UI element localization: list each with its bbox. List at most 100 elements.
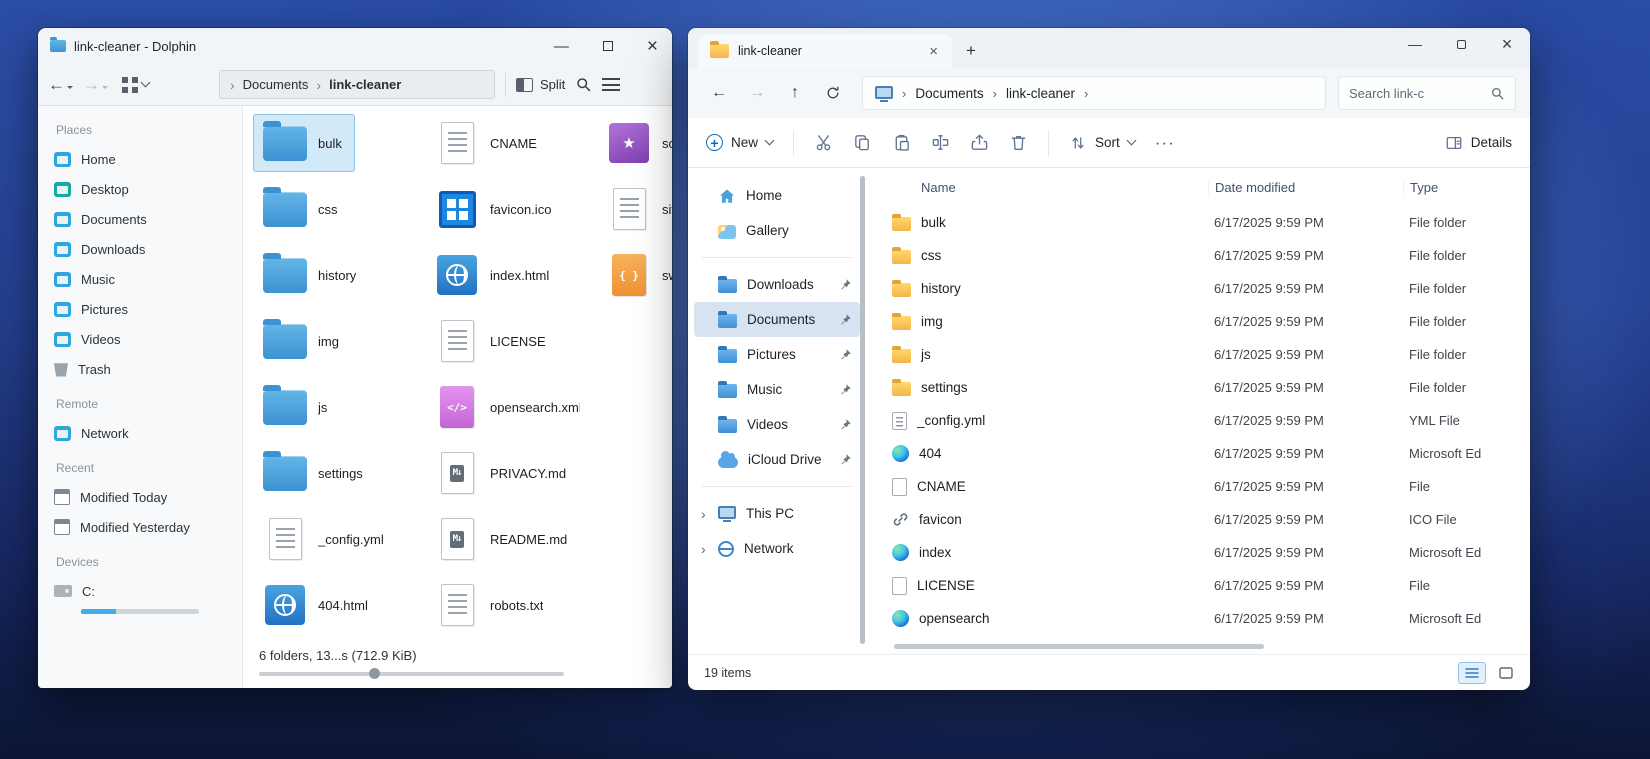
sidebar-item-trash[interactable]: Trash	[54, 354, 242, 384]
breadcrumb[interactable]: › Documents › link-cleaner	[219, 70, 495, 99]
table-row[interactable]: js 6/17/2025 9:59 PM File folder	[892, 338, 1530, 371]
nav-item-gallery[interactable]: Gallery	[694, 213, 860, 248]
cut-button[interactable]	[814, 133, 833, 152]
file-item[interactable]: index.html	[425, 246, 562, 304]
details-view-button[interactable]	[1458, 661, 1486, 684]
share-button[interactable]	[970, 133, 989, 152]
breadcrumb-documents[interactable]: Documents	[915, 86, 983, 101]
column-header-date-modified[interactable]: Date modified	[1208, 179, 1403, 195]
tab-link-cleaner[interactable]: link-cleaner ×	[698, 34, 952, 68]
file-item[interactable]: css	[253, 180, 351, 238]
nav-item-music[interactable]: Music	[694, 372, 860, 407]
search-button[interactable]	[575, 76, 592, 93]
nav-item-pictures[interactable]: Pictures	[694, 337, 860, 372]
sidebar-item-c[interactable]: C:	[54, 576, 242, 606]
nav-item-icloud-drive[interactable]: iCloud Drive	[694, 442, 860, 477]
file-item[interactable]: </> opensearch.xml	[425, 378, 593, 436]
nav-item-home[interactable]: Home	[694, 178, 860, 213]
file-item[interactable]: history	[253, 246, 369, 304]
table-row[interactable]: opensearch 6/17/2025 9:59 PM Microsoft Ed	[892, 602, 1530, 635]
sidebar-item-desktop[interactable]: Desktop	[54, 174, 242, 204]
view-mode-button[interactable]	[122, 76, 151, 93]
up-button[interactable]: ↑	[778, 77, 812, 109]
table-row[interactable]: LICENSE 6/17/2025 9:59 PM File	[892, 569, 1530, 602]
nav-item-downloads[interactable]: Downloads	[694, 267, 860, 302]
back-button[interactable]: ←	[702, 77, 736, 109]
paste-button[interactable]	[892, 133, 911, 152]
file-item[interactable]: M↓ PRIVACY.md	[425, 444, 579, 502]
breadcrumb-parent[interactable]: Documents	[243, 77, 309, 92]
copy-button[interactable]	[853, 133, 872, 152]
file-item[interactable]: site	[597, 180, 672, 238]
file-item[interactable]: { } sw.	[597, 246, 672, 304]
breadcrumb-current[interactable]: link-cleaner	[329, 77, 401, 92]
zoom-slider[interactable]	[259, 668, 564, 679]
forward-button[interactable]: →	[740, 77, 774, 109]
file-item[interactable]: favicon.ico	[425, 180, 564, 238]
nav-item-documents[interactable]: Documents	[694, 302, 860, 337]
file-item[interactable]: LICENSE	[425, 312, 559, 370]
breadcrumb[interactable]: › Documents › link-cleaner ›	[862, 76, 1326, 110]
chevron-right-icon[interactable]: ›	[701, 506, 706, 522]
table-row[interactable]: index 6/17/2025 9:59 PM Microsoft Ed	[892, 536, 1530, 569]
file-item[interactable]: img	[253, 312, 352, 370]
refresh-button[interactable]	[816, 77, 850, 109]
nav-item-videos[interactable]: Videos	[694, 407, 860, 442]
sidebar-item-music[interactable]: Music	[54, 264, 242, 294]
breadcrumb-link-cleaner[interactable]: link-cleaner	[1006, 86, 1075, 101]
file-item[interactable]: M↓ README.md	[425, 510, 580, 568]
delete-button[interactable]	[1009, 133, 1028, 152]
table-row[interactable]: css 6/17/2025 9:59 PM File folder	[892, 239, 1530, 272]
sidebar-item-modified-yesterday[interactable]: Modified Yesterday	[54, 512, 242, 542]
file-item[interactable]: settings	[253, 444, 376, 502]
table-row[interactable]: bulk 6/17/2025 9:59 PM File folder	[892, 206, 1530, 239]
file-item[interactable]: robots.txt	[425, 576, 556, 634]
sidebar-item-videos[interactable]: Videos	[54, 324, 242, 354]
split-button[interactable]: Split	[516, 77, 565, 92]
zoom-slider-handle[interactable]	[368, 668, 380, 679]
table-row[interactable]: CNAME 6/17/2025 9:59 PM File	[892, 470, 1530, 503]
sidebar-item-network[interactable]: Network	[54, 418, 242, 448]
back-button[interactable]: ←	[48, 75, 73, 95]
sort-button[interactable]: Sort	[1069, 134, 1137, 152]
more-button[interactable]: ···	[1155, 133, 1175, 153]
table-row[interactable]: img 6/17/2025 9:59 PM File folder	[892, 305, 1530, 338]
column-header-type[interactable]: Type	[1403, 179, 1530, 195]
file-item[interactable]: _config.yml	[253, 510, 397, 568]
new-button[interactable]: + New	[706, 134, 775, 151]
file-item[interactable]: bulk	[253, 114, 355, 172]
sidebar-item-downloads[interactable]: Downloads	[54, 234, 242, 264]
table-row[interactable]: settings 6/17/2025 9:59 PM File folder	[892, 371, 1530, 404]
table-row[interactable]: 404 6/17/2025 9:59 PM Microsoft Ed	[892, 437, 1530, 470]
dolphin-titlebar[interactable]: link-cleaner - Dolphin — ×	[38, 28, 672, 64]
file-item[interactable]: CNAME	[425, 114, 550, 172]
menu-button[interactable]	[602, 78, 621, 91]
column-header-name[interactable]: Name	[892, 180, 1214, 195]
maximize-button[interactable]	[1438, 28, 1484, 60]
table-row[interactable]: history 6/17/2025 9:59 PM File folder	[892, 272, 1530, 305]
table-row[interactable]: _config.yml 6/17/2025 9:59 PM YML File	[892, 404, 1530, 437]
sidebar-item-home[interactable]: Home	[54, 144, 242, 174]
forward-button[interactable]: →	[83, 75, 108, 95]
file-item[interactable]: ★ scr	[597, 114, 672, 172]
sidebar-scrollbar[interactable]	[860, 176, 865, 644]
search-input[interactable]: Search link-c	[1338, 76, 1516, 110]
sidebar-item-documents[interactable]: Documents	[54, 204, 242, 234]
new-tab-button[interactable]: +	[966, 41, 976, 61]
minimize-button[interactable]: —	[554, 39, 569, 54]
horizontal-scrollbar[interactable]	[892, 638, 1530, 654]
tab-close-icon[interactable]: ×	[925, 43, 942, 60]
chevron-right-icon[interactable]: ›	[701, 541, 706, 557]
table-row[interactable]: favicon 6/17/2025 9:59 PM ICO File	[892, 503, 1530, 536]
nav-item-network[interactable]: › Network	[694, 531, 860, 566]
file-item[interactable]: js	[253, 378, 340, 436]
thumbnail-view-button[interactable]	[1492, 662, 1520, 684]
close-button[interactable]: ×	[1484, 28, 1530, 60]
details-button[interactable]: Details	[1445, 134, 1512, 152]
sidebar-item-modified-today[interactable]: Modified Today	[54, 482, 242, 512]
maximize-button[interactable]	[602, 41, 613, 51]
nav-item-this-pc[interactable]: › This PC	[694, 496, 860, 531]
sidebar-item-pictures[interactable]: Pictures	[54, 294, 242, 324]
rename-button[interactable]	[931, 133, 950, 152]
file-item[interactable]: 404.html	[253, 576, 381, 634]
